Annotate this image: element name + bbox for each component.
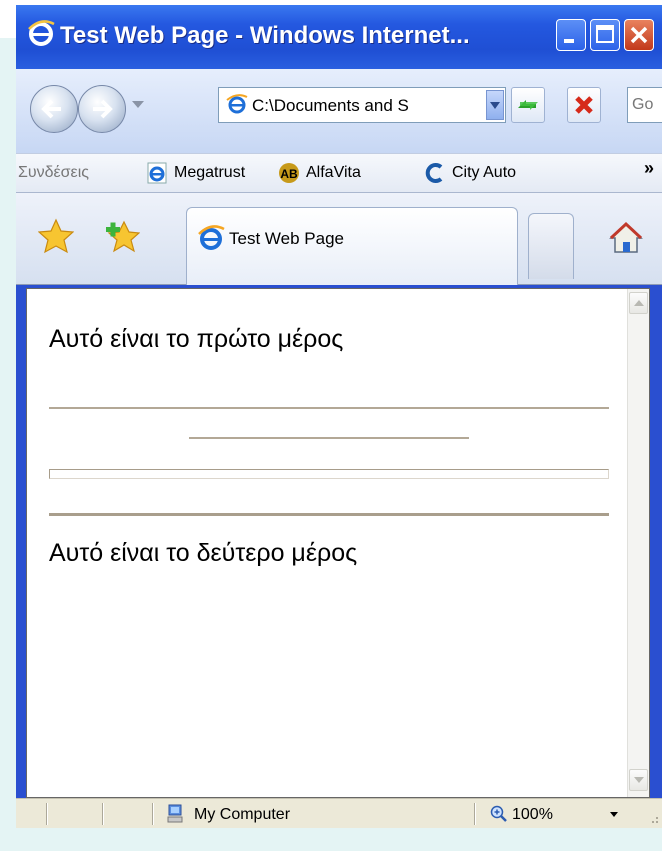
stop-icon [575, 96, 593, 114]
ie-page-icon [147, 162, 167, 184]
tab-bar: Test Web Page [16, 193, 662, 285]
zoom-dropdown[interactable] [610, 812, 618, 817]
refresh-icon [518, 100, 538, 110]
vertical-scrollbar[interactable] [627, 289, 649, 797]
paragraph-second-part: Αυτό είναι το δεύτερο μέρος [49, 539, 358, 567]
close-button[interactable] [624, 19, 654, 51]
search-placeholder: Go [632, 96, 654, 113]
favorites-star-icon[interactable] [38, 218, 74, 254]
ie-logo-icon [28, 20, 55, 46]
links-overflow-button[interactable]: » [644, 158, 654, 179]
browser-window: Test Web Page - Windows Internet... C:\D… [16, 5, 662, 828]
recent-pages-dropdown[interactable] [132, 101, 144, 108]
back-button[interactable] [30, 85, 78, 133]
refresh-button[interactable] [511, 87, 545, 123]
forward-arrow-icon [93, 99, 113, 119]
zoom-level[interactable]: 100% [512, 806, 553, 824]
zoom-icon [490, 805, 507, 822]
status-bar: My Computer 100% [16, 798, 662, 828]
horizontal-rule-thick [49, 469, 609, 479]
status-separator [46, 803, 48, 825]
maximize-icon [596, 25, 614, 43]
page-content: Αυτό είναι το πρώτο μέρος Αυτό είναι το … [27, 289, 627, 797]
navigation-bar: C:\Documents and S Go [16, 69, 662, 153]
page-viewport: Αυτό είναι το πρώτο μέρος Αυτό είναι το … [26, 288, 650, 798]
link-label: Megatrust [174, 164, 246, 181]
c-logo-icon [425, 163, 443, 183]
scroll-up-button[interactable] [629, 292, 648, 314]
minimize-icon [564, 39, 574, 43]
home-icon[interactable] [608, 221, 644, 255]
resize-grip-icon[interactable] [646, 807, 660, 825]
ie-logo-icon [198, 225, 225, 250]
tab-label: Test Web Page [229, 229, 344, 248]
forward-button[interactable] [78, 85, 126, 133]
horizontal-rule [49, 407, 609, 409]
back-arrow-icon [41, 99, 61, 119]
links-bar: Συνδέσεις Megatrust AB AlfaVita City Aut… [16, 153, 662, 193]
maximize-button[interactable] [590, 19, 620, 51]
new-tab-button[interactable] [528, 213, 574, 279]
close-icon [630, 26, 648, 44]
security-zone-label[interactable]: My Computer [194, 806, 290, 824]
link-label: AlfaVita [306, 164, 361, 181]
add-favorite-icon[interactable] [104, 218, 140, 254]
ie-page-icon [226, 94, 248, 114]
address-dropdown-button[interactable] [486, 90, 504, 120]
scroll-down-button[interactable] [629, 769, 648, 791]
title-bar[interactable]: Test Web Page - Windows Internet... [16, 5, 662, 69]
tab-test-web-page[interactable]: Test Web Page [186, 207, 518, 285]
svg-text:AB: AB [280, 167, 298, 181]
status-separator [152, 803, 154, 825]
minimize-button[interactable] [556, 19, 586, 51]
link-label: City Auto [452, 164, 517, 181]
status-separator [102, 803, 104, 825]
ab-logo-icon: AB [279, 163, 299, 183]
stop-button[interactable] [567, 87, 601, 123]
horizontal-rule-short [189, 437, 469, 439]
address-text: C:\Documents and S [252, 96, 409, 115]
status-separator [474, 803, 476, 825]
computer-icon [167, 804, 183, 823]
search-input[interactable]: Go [627, 87, 662, 123]
horizontal-rule-solid [49, 513, 609, 516]
links-label: Συνδέσεις [18, 164, 89, 181]
paragraph-first-part: Αυτό είναι το πρώτο μέρος [49, 325, 344, 353]
window-title: Test Web Page - Windows Internet... [60, 22, 470, 49]
